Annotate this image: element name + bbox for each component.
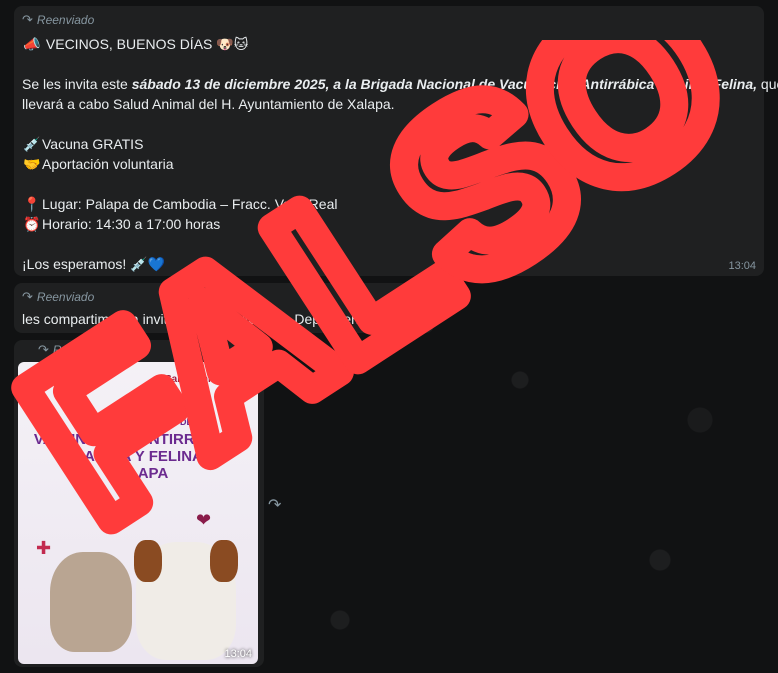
- pet-emojis: 🐶🐱: [216, 36, 249, 52]
- forward-share-icon[interactable]: ↷: [268, 495, 281, 515]
- vaccination-poster-image[interactable]: Salud Salud Animal JORNADA NACIONAL DE V…: [18, 362, 258, 664]
- dog-ear: [210, 540, 238, 582]
- donation-line: 🤝Aportación voluntaria: [23, 156, 174, 172]
- place-line: 📍Lugar: Palapa de Cambodia – Fracc. Vall…: [23, 196, 338, 212]
- message-text: les compartimos la invitación de parte d…: [22, 311, 377, 327]
- alarm-clock-icon: ⏰: [23, 216, 41, 232]
- megaphone-icon: 📣: [23, 36, 41, 52]
- schedule-line: ⏰Horario: 14:30 a 17:00 horas: [23, 216, 221, 232]
- message-bubble-invitation[interactable]: ↷ Reenviado 📣 VECINOS, BUENOS DÍAS 🐶🐱 Se…: [14, 6, 778, 276]
- message-time: 13:04: [224, 648, 252, 660]
- heart-icon: ❤: [196, 510, 212, 530]
- message-bubble-share[interactable]: ↷ Reenviado les compartimos la invitació…: [14, 283, 434, 333]
- vaccine-line: 💉Vacuna GRATIS: [23, 136, 144, 152]
- syringe-icon: 💉: [23, 136, 41, 152]
- handshake-icon: 🤝: [23, 156, 41, 172]
- forwarded-label: ↷ Reenviado: [22, 289, 95, 304]
- forwarded-label: ↷ Reenviado: [22, 12, 95, 27]
- message-time: 13:04: [728, 260, 756, 272]
- pin-icon: 📍: [23, 196, 41, 212]
- invitation-line-1: Se les invita este sábado 13 de diciembr…: [22, 76, 778, 92]
- forward-icon: ↷: [22, 289, 33, 304]
- invitation-line-2: llevará a cabo Salud Animal del H. Ayunt…: [22, 96, 395, 112]
- medical-cross-icon: ✚: [36, 538, 52, 558]
- salud-logo: Salud: [28, 374, 61, 388]
- message-text: 📣 VECINOS, BUENOS DÍAS 🐶🐱 Se les invita …: [22, 34, 778, 274]
- message-bubble-image[interactable]: ↷ Reenviado Salud Salud Animal JORNADA N…: [14, 340, 264, 667]
- forwarded-label: ↷ Reenviado: [38, 342, 111, 357]
- forward-icon: ↷: [22, 12, 33, 27]
- closing-line: ¡Los esperamos! 💉💙: [22, 256, 166, 272]
- kitten-image: [50, 552, 132, 652]
- salud-animal-logo: Salud Animal: [165, 374, 228, 385]
- forward-icon: ↷: [38, 342, 49, 357]
- message-time: 13:04: [398, 317, 426, 329]
- headline-line: 📣 VECINOS, BUENOS DÍAS 🐶🐱: [23, 36, 249, 52]
- poster-title: JORNADA NACIONAL DE VACUNACIÓN ANTIRRÁBI…: [33, 417, 243, 482]
- dog-ear: [134, 540, 162, 582]
